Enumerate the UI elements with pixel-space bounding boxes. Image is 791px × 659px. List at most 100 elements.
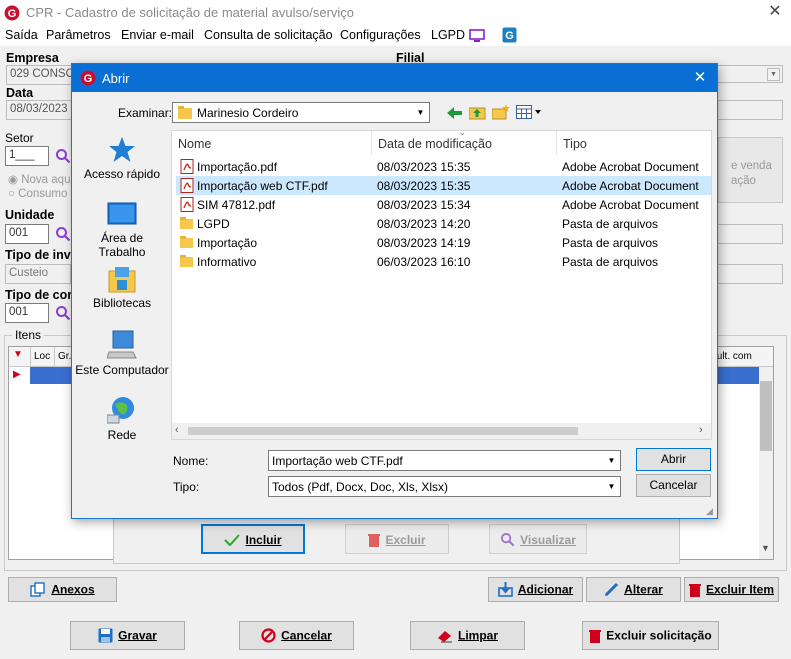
excluir-solicitacao-button[interactable]: Excluir solicitação bbox=[582, 621, 719, 650]
app-logo-icon: G bbox=[80, 70, 96, 86]
chevron-down-icon[interactable]: ▼ bbox=[761, 543, 770, 553]
limpar-button[interactable]: Limpar bbox=[410, 621, 525, 650]
file-row[interactable]: Importação web CTF.pdf 08/03/2023 15:35 Ad… bbox=[176, 176, 711, 195]
empresa-label: Empresa bbox=[6, 51, 59, 65]
place-area-de-trabalho[interactable]: Área de Trabalho bbox=[70, 202, 174, 259]
chevron-down-icon[interactable]: ▼ bbox=[413, 104, 428, 121]
search-icon[interactable] bbox=[55, 148, 71, 164]
radio-nova-label: Nova aqu bbox=[21, 174, 71, 186]
menu-configuracoes[interactable]: Configurações bbox=[340, 28, 421, 42]
back-arrow-icon[interactable] bbox=[447, 106, 463, 120]
view-menu-icon[interactable] bbox=[516, 105, 542, 119]
search-icon[interactable] bbox=[55, 305, 71, 321]
pdf-icon bbox=[180, 178, 194, 193]
scrollbar-thumb[interactable] bbox=[188, 427, 578, 435]
file-list-header: Nome ⌄ Data de modificação Tipo bbox=[172, 128, 711, 155]
data-field[interactable]: 08/03/2023 bbox=[6, 100, 76, 120]
grid-col-loc[interactable]: Loc bbox=[34, 351, 50, 362]
file-list[interactable]: Nome ⌄ Data de modificação Tipo Importaç… bbox=[171, 128, 712, 440]
search-icon bbox=[501, 533, 515, 547]
search-icon[interactable] bbox=[55, 226, 71, 242]
menu-bar: Saída Parâmetros Enviar e-mail Consulta … bbox=[0, 26, 791, 46]
chevron-down-icon[interactable]: ▼ bbox=[767, 68, 780, 81]
chevron-left-icon[interactable]: ‹ bbox=[175, 424, 179, 436]
visualizar-button[interactable]: Visualizar bbox=[489, 524, 587, 554]
computer-icon bbox=[106, 330, 137, 359]
current-folder-text: Marinesio Cordeiro bbox=[197, 106, 299, 120]
radio-nova-aquisicao[interactable]: ◉ Nova aqu bbox=[8, 172, 70, 186]
app-badge-icon[interactable]: G bbox=[502, 27, 517, 43]
tipo-investimento-label: Tipo de inve bbox=[5, 248, 78, 262]
svg-text:G: G bbox=[505, 30, 514, 42]
nome-input[interactable]: Importação web CTF.pdf ▼ bbox=[268, 450, 621, 471]
options-box: e venda ação bbox=[718, 137, 783, 203]
menu-enviar-email[interactable]: Enviar e-mail bbox=[121, 28, 194, 42]
alterar-button[interactable]: Alterar bbox=[586, 577, 681, 602]
file-row[interactable]: SIM 47812.pdf 08/03/2023 15:34 Adobe Acrob… bbox=[176, 195, 711, 214]
place-rede[interactable]: Rede bbox=[70, 395, 174, 442]
incluir-button[interactable]: Incluir bbox=[201, 524, 305, 554]
gravar-button[interactable]: Gravar bbox=[70, 621, 185, 650]
tipo-compra-field[interactable]: 001 bbox=[5, 303, 49, 323]
place-acesso-rapido[interactable]: Acesso rápido bbox=[70, 136, 174, 181]
save-icon bbox=[98, 628, 113, 643]
app-logo-icon: G bbox=[4, 5, 20, 21]
chevron-down-icon[interactable]: ▼ bbox=[604, 478, 619, 495]
menu-saida[interactable]: Saída bbox=[5, 28, 38, 42]
cancelar-label: Cancelar bbox=[281, 628, 332, 643]
chevron-right-icon[interactable]: › bbox=[699, 424, 703, 436]
radio-consumo[interactable]: ○ Consumo bbox=[8, 188, 67, 200]
tipo-select[interactable]: Todos (Pdf, Docx, Doc, Xls, Xlsx) ▼ bbox=[268, 476, 621, 497]
column-data-modificacao[interactable]: Data de modificação bbox=[378, 137, 492, 151]
anexos-button[interactable]: Anexos bbox=[8, 577, 117, 602]
menu-lgpd[interactable]: LGPD bbox=[431, 28, 465, 42]
place-bibliotecas[interactable]: Bibliotecas bbox=[70, 267, 174, 310]
new-folder-icon[interactable] bbox=[492, 104, 510, 120]
place-este-computador[interactable]: Este Computador bbox=[70, 330, 174, 377]
up-folder-icon[interactable] bbox=[469, 104, 486, 120]
sort-chevron-icon: ⌄ bbox=[459, 128, 466, 137]
place-acesso-rapido-label: Acesso rápido bbox=[83, 167, 161, 181]
monitor-icon[interactable] bbox=[469, 29, 485, 43]
setor-field[interactable]: 1___ bbox=[5, 146, 49, 166]
file-row[interactable]: LGPD 08/03/2023 14:20 Pasta de arquivos bbox=[176, 214, 711, 233]
file-row[interactable]: Informativo 06/03/2023 16:10 Pasta de arqu… bbox=[176, 252, 711, 271]
abrir-button[interactable]: Abrir bbox=[636, 448, 711, 471]
menu-consulta-solicitacao[interactable]: Consulta de solicitação bbox=[204, 28, 333, 42]
folder-icon bbox=[180, 236, 193, 248]
filial-combo[interactable]: ▼ bbox=[712, 65, 783, 83]
dialog-cancelar-button[interactable]: Cancelar bbox=[636, 474, 711, 497]
column-nome[interactable]: Nome bbox=[178, 137, 211, 151]
dialog-title-bar: G Abrir ✕ bbox=[72, 64, 717, 92]
file-date: 08/03/2023 14:19 bbox=[377, 236, 471, 250]
excluir-button[interactable]: Excluir bbox=[345, 524, 449, 554]
folder-icon bbox=[180, 217, 193, 229]
column-tipo[interactable]: Tipo bbox=[563, 137, 587, 151]
tipo-label: Tipo: bbox=[173, 480, 200, 494]
file-type: Adobe Acrobat Document bbox=[562, 160, 699, 174]
menu-parametros[interactable]: Parâmetros bbox=[46, 28, 111, 42]
grid-scrollbar[interactable]: ▼ bbox=[759, 367, 773, 559]
tipo-investimento-field[interactable]: Custeio bbox=[5, 264, 71, 284]
file-row[interactable]: Importação 08/03/2023 14:19 Pasta de arqui… bbox=[176, 233, 711, 252]
trash-icon bbox=[368, 533, 381, 547]
horizontal-scrollbar[interactable]: ‹ › bbox=[172, 423, 711, 439]
resize-grip-icon[interactable]: ◢ bbox=[706, 506, 713, 517]
tipo-compra-label: Tipo de com bbox=[5, 288, 79, 302]
place-este-computador-label: Este Computador bbox=[75, 363, 169, 377]
svg-text:G: G bbox=[8, 8, 17, 20]
file-type: Adobe Acrobat Document bbox=[562, 198, 699, 212]
nome-input-value: Importação web CTF.pdf bbox=[272, 454, 403, 468]
unidade-field[interactable]: 001 bbox=[5, 224, 49, 244]
empresa-field[interactable]: 029 CONSOR bbox=[6, 65, 76, 85]
sort-down-icon[interactable]: ▼ bbox=[13, 349, 23, 360]
file-row[interactable]: Importação.pdf 08/03/2023 15:35 Adobe Acro… bbox=[176, 157, 711, 176]
excluir-item-button[interactable]: Excluir Item bbox=[684, 577, 779, 602]
close-window-button[interactable]: ✕ bbox=[766, 3, 784, 21]
chevron-down-icon[interactable]: ▼ bbox=[604, 452, 619, 469]
adicionar-button[interactable]: Adicionar bbox=[488, 577, 583, 602]
cancelar-button[interactable]: Cancelar bbox=[239, 621, 354, 650]
dialog-close-button[interactable]: ✕ bbox=[690, 68, 710, 88]
unidade-right-field bbox=[712, 224, 783, 244]
examinar-combo[interactable]: Marinesio Cordeiro ▼ bbox=[172, 102, 430, 123]
